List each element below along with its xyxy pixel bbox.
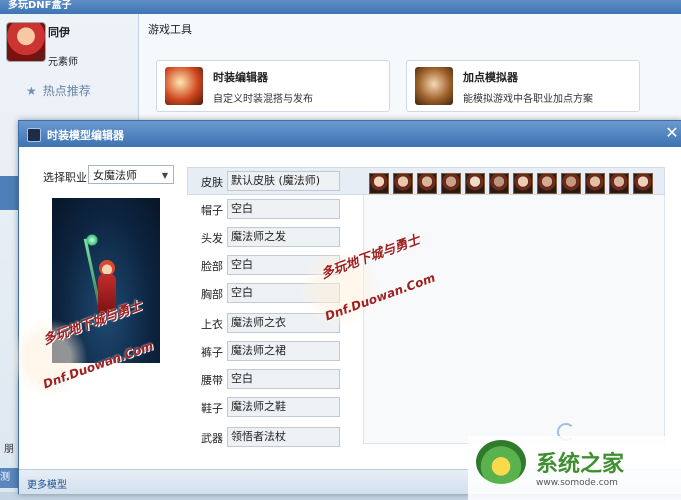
skin-thumbnail[interactable]	[537, 173, 557, 194]
skin-thumbnail[interactable]	[393, 173, 413, 194]
skin-thumbnail[interactable]	[609, 173, 629, 194]
dialog-title: 时装模型编辑器	[47, 129, 124, 142]
user-class: 元素师	[48, 57, 78, 68]
skin-thumbnail[interactable]	[585, 173, 605, 194]
slot-value[interactable]: 魔法师之裙	[227, 341, 340, 361]
house-logo-icon	[476, 440, 526, 484]
bottom-tab[interactable]: 测	[0, 468, 18, 488]
sidebar-item-label: 热点推荐	[42, 84, 91, 98]
skin-thumbnail[interactable]	[441, 173, 461, 194]
site-url: www.somode.com	[536, 478, 618, 488]
slot-value[interactable]: 空白	[227, 369, 340, 389]
skin-thumbnails	[369, 173, 661, 195]
job-select-value: 女魔法师	[93, 169, 137, 182]
app-logo-icon	[27, 128, 41, 142]
bottom-text: 朋	[4, 444, 14, 455]
job-select[interactable]: 女魔法师 ▼	[88, 165, 174, 184]
skin-area	[363, 167, 665, 444]
slot-value[interactable]: 魔法师之鞋	[227, 397, 340, 417]
dialog-titlebar[interactable]: 时装模型编辑器 ✕	[19, 121, 681, 147]
slot-value[interactable]: 空白	[227, 199, 340, 219]
sidebar-selected-strip	[0, 176, 18, 210]
sidebar-item-hot-recommend[interactable]: ★ 热点推荐	[26, 82, 91, 99]
skin-thumbnail[interactable]	[633, 173, 653, 194]
job-label: 选择职业	[43, 171, 87, 184]
tool-desc: 自定义时装混搭与发布	[213, 94, 313, 105]
chevron-down-icon: ▼	[161, 171, 168, 180]
skin-thumbnail[interactable]	[561, 173, 581, 194]
level-badge: 19	[34, 52, 46, 62]
slot-value[interactable]: 魔法师之发	[227, 227, 340, 247]
skin-thumbnail[interactable]	[417, 173, 437, 194]
skin-thumbnail[interactable]	[465, 173, 485, 194]
slot-value[interactable]: 默认皮肤 (魔法师)	[227, 171, 340, 191]
skin-thumbnail[interactable]	[513, 173, 533, 194]
skin-thumbnail[interactable]	[369, 173, 389, 194]
skill-simulator-icon	[415, 67, 453, 105]
site-name: 系统之家	[536, 452, 625, 477]
main-window-title: 多玩DNF盒子	[8, 0, 72, 11]
close-icon[interactable]: ✕	[664, 124, 680, 142]
user-name: 同伊	[48, 26, 70, 39]
tool-desc: 能模拟游戏中各职业加点方案	[463, 94, 593, 105]
more-models-link[interactable]: 更多模型	[27, 476, 67, 491]
tool-title: 时装编辑器	[213, 71, 268, 84]
star-icon: ★	[26, 84, 37, 98]
tools-header: 游戏工具	[148, 23, 192, 36]
fashion-editor-icon	[165, 67, 203, 105]
tool-title: 加点模拟器	[463, 71, 518, 84]
slot-value[interactable]: 领悟者法杖	[227, 427, 340, 447]
main-titlebar: 多玩DNF盒子	[0, 0, 681, 14]
tool-card-skill-simulator[interactable]: 加点模拟器 能模拟游戏中各职业加点方案	[406, 60, 640, 112]
tool-card-fashion-editor[interactable]: 时装编辑器 自定义时装混搭与发布	[156, 60, 390, 112]
skin-thumbnail[interactable]	[489, 173, 509, 194]
staff-orb	[86, 234, 98, 246]
